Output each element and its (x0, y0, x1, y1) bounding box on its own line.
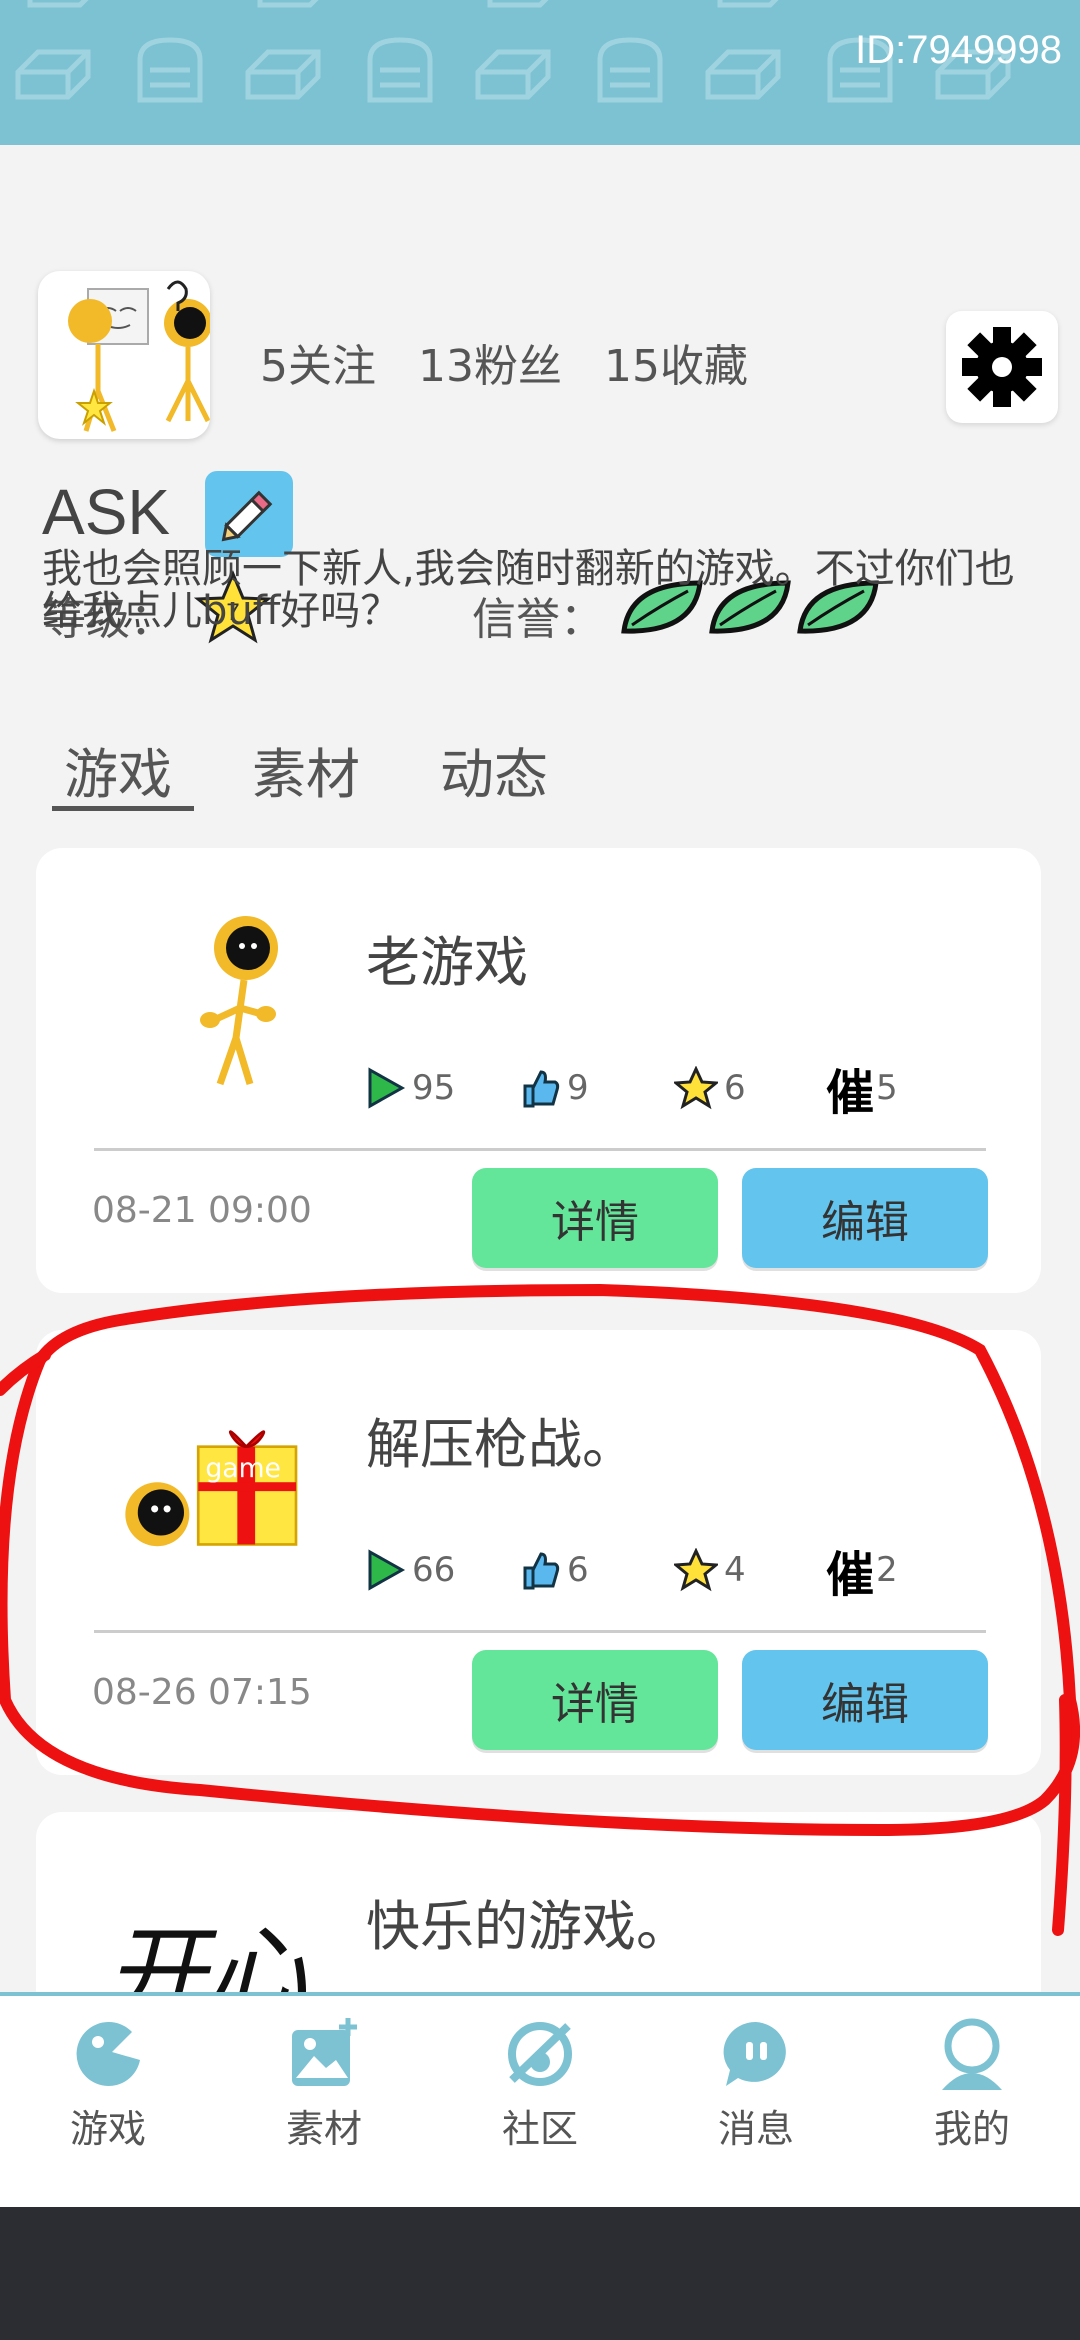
card-divider (94, 1630, 986, 1633)
game-title: 快乐的游戏。 (366, 1895, 690, 1958)
tab-activity[interactable]: 动态 (440, 730, 548, 809)
game-title: 解压枪战。 (366, 1413, 636, 1476)
urge-count: 催 5 (826, 1058, 898, 1121)
following-count[interactable]: 5关注 (260, 341, 376, 392)
play-icon (368, 1067, 406, 1109)
favorite-count[interactable]: 15收藏 (604, 341, 748, 392)
settings-button[interactable] (946, 311, 1058, 423)
pencil-icon (221, 490, 273, 542)
system-navigation-bar (0, 2207, 1080, 2340)
nav-profile[interactable]: 我的 (864, 2016, 1080, 2153)
material-icon (292, 2018, 357, 2086)
gear-icon (962, 327, 1042, 407)
game-metrics: 95 9 6 催 5 (366, 1058, 1006, 1121)
game-thumbnail-icon: game (125, 1430, 298, 1547)
profile-stats: 5关注 13粉丝 15收藏 (260, 330, 790, 394)
bottom-nav: 游戏 素材 社区 消息 我的 (0, 1992, 1080, 2211)
edit-profile-button[interactable] (205, 471, 293, 557)
content-tabs: 游戏 素材 动态 (0, 730, 1080, 830)
gift-label: game (205, 1453, 281, 1484)
game-date: 08-21 09:00 (92, 1190, 312, 1231)
like-count: 9 (521, 1058, 589, 1118)
game-card[interactable]: 老游戏 95 9 6 催 5 08-21 09:00 详情 编辑 (36, 848, 1041, 1293)
avatar[interactable] (38, 271, 210, 439)
game-thumbnail-icon (200, 916, 278, 1086)
detail-button[interactable]: 详情 (472, 1650, 718, 1750)
message-icon (723, 2021, 786, 2086)
nav-materials[interactable]: 素材 (216, 2016, 432, 2153)
follower-count[interactable]: 13粉丝 (418, 341, 562, 392)
nav-games[interactable]: 游戏 (0, 2016, 216, 2153)
edit-game-button[interactable]: 编辑 (742, 1168, 988, 1268)
urge-icon: 催 (826, 1065, 875, 1121)
favorite-count: 4 (674, 1540, 746, 1600)
tab-games[interactable]: 游戏 (64, 730, 172, 809)
game-date: 08-26 07:15 (92, 1672, 312, 1713)
profile-icon (942, 2018, 1002, 2090)
game-metrics: 66 6 4 催 2 (366, 1540, 1006, 1603)
avatar-drawing-icon (68, 280, 210, 432)
user-id: ID:7949998 (855, 28, 1062, 72)
profile-bio: 我也会照顾一下新人,我会随时翻新的游戏。不过你们也给我点儿buff好吗？ (42, 546, 1015, 634)
game-icon (76, 2021, 140, 2086)
nav-messages[interactable]: 消息 (648, 2016, 864, 2153)
username: ASK (42, 476, 171, 548)
urge-count: 催 2 (826, 1540, 898, 1603)
game-title: 老游戏 (366, 931, 528, 994)
play-count: 95 (366, 1058, 455, 1118)
game-card[interactable]: game 解压枪战。 66 6 4 催 2 08-26 07:15 详情 编辑 (36, 1330, 1041, 1775)
header-banner: ID:7949998 (0, 0, 1080, 145)
star-icon (674, 1066, 718, 1110)
star-icon (674, 1548, 718, 1592)
like-count: 6 (521, 1540, 589, 1600)
active-tab-underline (52, 806, 194, 811)
play-icon (368, 1549, 406, 1591)
play-count: 66 (366, 1540, 455, 1600)
thumbs-up-icon (523, 1070, 560, 1108)
nav-community[interactable]: 社区 (432, 2016, 648, 2153)
community-icon (508, 2022, 572, 2086)
detail-button[interactable]: 详情 (472, 1168, 718, 1268)
edit-game-button[interactable]: 编辑 (742, 1650, 988, 1750)
thumbs-up-icon (523, 1552, 560, 1590)
favorite-count: 6 (674, 1058, 746, 1118)
urge-icon: 催 (826, 1547, 875, 1603)
card-divider (94, 1148, 986, 1151)
tab-materials[interactable]: 素材 (252, 730, 360, 809)
